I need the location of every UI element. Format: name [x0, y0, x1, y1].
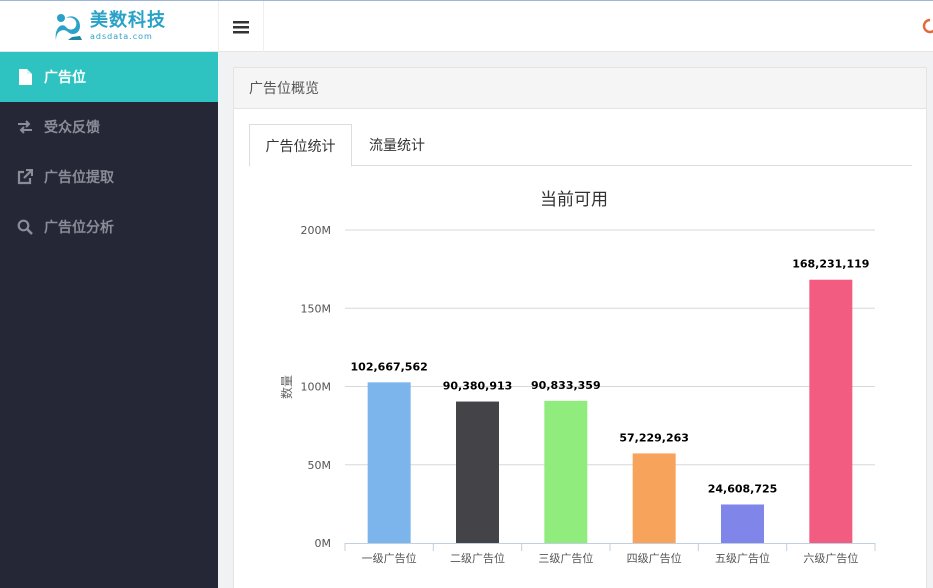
y-tick-label: 150M: [301, 302, 332, 315]
x-tick-label: 一级广告位: [362, 551, 417, 565]
data-label: 90,833,359: [531, 379, 601, 392]
data-label: 90,380,913: [443, 380, 513, 393]
y-tick-label: 100M: [301, 381, 332, 394]
bar: [367, 382, 411, 543]
data-label: 57,229,263: [619, 431, 689, 444]
x-tick-label: 六级广告位: [803, 551, 858, 565]
data-label: 168,231,119: [792, 258, 869, 271]
bar: [721, 504, 764, 543]
bar: [544, 400, 588, 543]
bars: 102,667,562 90,380,913 90,833,359 57,229,26…: [351, 258, 869, 543]
y-axis-label: 数量: [279, 375, 294, 399]
x-tick-label: 四级广告位: [627, 551, 682, 565]
bar: [809, 279, 853, 543]
y-axis-ticks: 0M 50M 100M 150M 200M: [301, 224, 332, 550]
x-tick-label: 五级广告位: [715, 551, 770, 565]
y-tick-label: 200M: [301, 224, 332, 237]
y-tick-label: 50M: [308, 459, 332, 472]
data-label: 24,608,725: [708, 482, 778, 495]
bar: [456, 401, 499, 543]
data-label: 102,667,562: [351, 360, 428, 373]
x-tick-label: 二级广告位: [450, 551, 505, 565]
y-tick-label: 0M: [315, 537, 332, 550]
bar: [632, 453, 676, 543]
bar-chart: 当前可用 数量 0M 50M 100M 150M 200M 102,667,562 90,…: [279, 190, 876, 565]
chart-title: 当前可用: [540, 190, 608, 210]
x-axis: 一级广告位 二级广告位 三级广告位 四级广告位 五级广告位 六级广告位: [344, 543, 876, 565]
x-tick-label: 三级广告位: [538, 551, 593, 565]
